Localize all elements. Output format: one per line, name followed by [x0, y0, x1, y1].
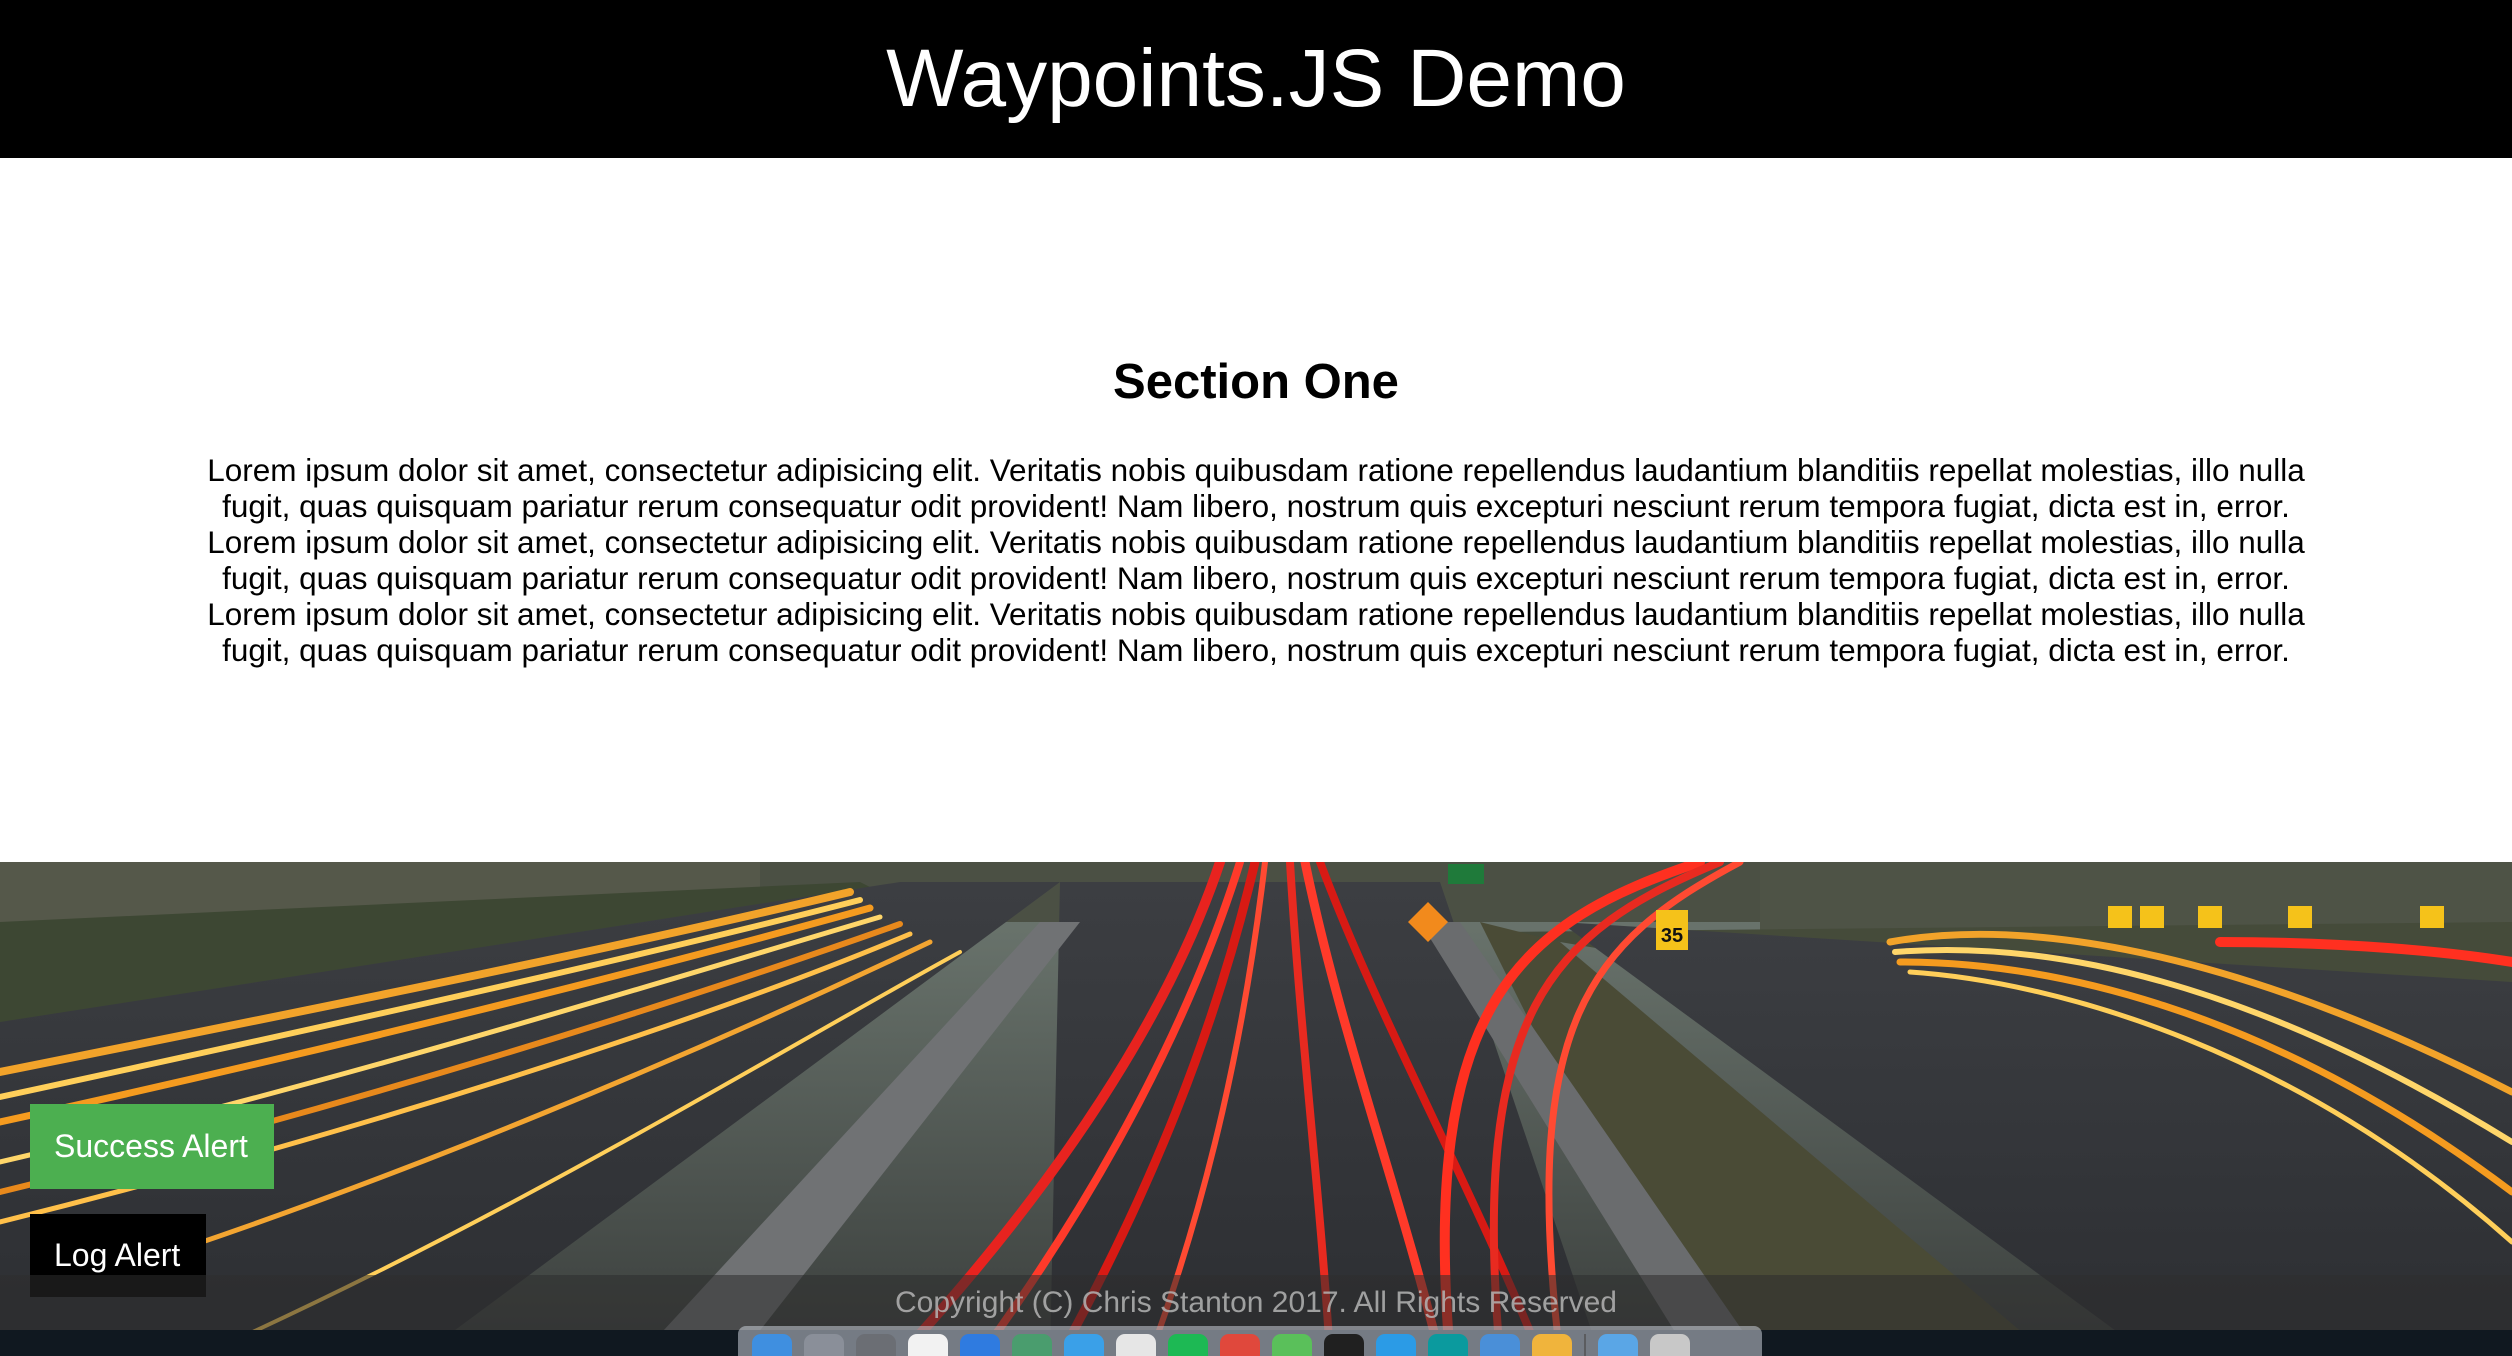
preview-icon[interactable] — [1012, 1334, 1052, 1356]
app-store-icon[interactable] — [960, 1334, 1000, 1356]
xcode-icon[interactable] — [1480, 1334, 1520, 1356]
dock-separator — [1584, 1334, 1586, 1356]
paragraph-line: fugit, quas quisquam pariatur rerum cons… — [222, 488, 2290, 524]
speed-sign-number: 35 — [1661, 925, 1683, 947]
paragraph-line: Lorem ipsum dolor sit amet, consectetur … — [207, 524, 2305, 560]
paragraph-line: fugit, quas quisquam pariatur rerum cons… — [222, 632, 2290, 668]
folder-icon[interactable] — [1598, 1334, 1638, 1356]
terminal-icon[interactable] — [1324, 1334, 1364, 1356]
copyright-text: Copyright (C) Chris Stanton 2017. All Ri… — [895, 1285, 1617, 1319]
messages-icon[interactable] — [1272, 1334, 1312, 1356]
paragraph-line: fugit, quas quisquam pariatur rerum cons… — [222, 560, 2290, 596]
success-alert-button[interactable]: Success Alert — [30, 1104, 274, 1189]
section-one: Section One Lorem ipsum dolor sit amet, … — [0, 158, 2512, 862]
page-title: Waypoints.JS Demo — [886, 33, 1626, 124]
spotify-icon[interactable] — [1168, 1334, 1208, 1356]
page-header: Waypoints.JS Demo — [0, 0, 2512, 158]
section-paragraph: Lorem ipsum dolor sit amet, consectetur … — [180, 452, 2332, 668]
macos-dock — [738, 1326, 1762, 1356]
vscode-icon[interactable] — [1376, 1334, 1416, 1356]
section-title: Section One — [1113, 355, 1399, 409]
sketch-icon[interactable] — [1532, 1334, 1572, 1356]
trash-icon[interactable] — [1650, 1334, 1690, 1356]
finder-icon[interactable] — [752, 1334, 792, 1356]
paragraph-line: Lorem ipsum dolor sit amet, consectetur … — [207, 596, 2305, 632]
arduino-icon[interactable] — [1428, 1334, 1468, 1356]
calendar-icon[interactable] — [908, 1334, 948, 1356]
launchpad-icon[interactable] — [804, 1334, 844, 1356]
textedit-icon[interactable] — [1116, 1334, 1156, 1356]
chrome-icon[interactable] — [1220, 1334, 1260, 1356]
footer: Copyright (C) Chris Stanton 2017. All Ri… — [0, 1275, 2512, 1330]
safari-icon[interactable] — [1064, 1334, 1104, 1356]
system-preferences-icon[interactable] — [856, 1334, 896, 1356]
paragraph-line: Lorem ipsum dolor sit amet, consectetur … — [207, 452, 2305, 488]
